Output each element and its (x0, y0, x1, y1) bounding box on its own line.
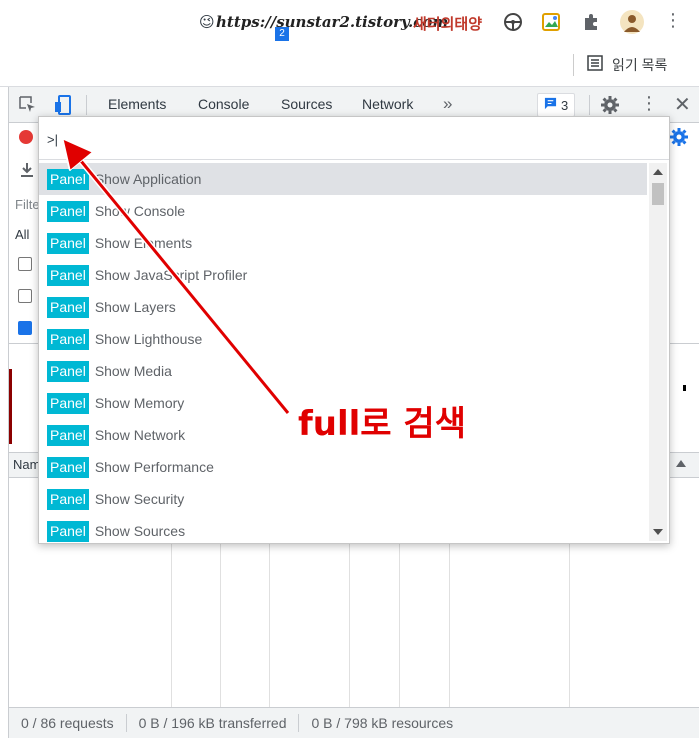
tab-count-badge: 2 (275, 27, 289, 41)
command-item[interactable]: Panel Show Security (39, 483, 647, 515)
command-list: Panel Show Application Panel Show Console Pa… (39, 163, 647, 543)
command-item-label: Show Layers (94, 299, 176, 315)
puzzle-extensions-icon[interactable] (581, 12, 601, 32)
command-item[interactable]: Panel Show Performance (39, 451, 647, 483)
issues-count: 3 (561, 97, 569, 113)
emoji-icon: 😉 (199, 14, 215, 31)
status-bar: 0 / 86 requests 0 B / 196 kB transferred… (9, 707, 699, 738)
inspect-element-icon[interactable] (18, 95, 38, 115)
command-item-label: Show Network (94, 427, 186, 443)
panel-tag: Panel (47, 360, 89, 382)
panel-tag: Panel (47, 392, 89, 414)
chat-icon (544, 97, 557, 113)
tab-sources[interactable]: Sources (281, 96, 332, 112)
panel-tag: Panel (47, 328, 89, 350)
all-filter[interactable]: All (15, 227, 29, 242)
command-item[interactable]: Panel Show Sources (39, 515, 647, 543)
command-item-label: Show Application (94, 171, 202, 187)
reading-list-button[interactable]: 읽기 목록 (586, 54, 667, 75)
panel-tag: Panel (47, 232, 89, 254)
command-item-label: Show Lighthouse (94, 331, 203, 347)
command-item[interactable]: Panel Show Lighthouse (39, 323, 647, 355)
command-item-label: Show Performance (94, 459, 214, 475)
transferred-size: 0 B / 196 kB transferred (138, 715, 287, 731)
command-item-label: Show Sources (94, 523, 186, 539)
scrollbar[interactable] (649, 163, 667, 541)
panel-tag: Panel (47, 520, 89, 542)
divider (573, 54, 574, 76)
extension-label[interactable]: 새터의태양 (413, 13, 482, 34)
panel-tag: Panel (47, 200, 89, 222)
command-item-label: Show Security (94, 491, 185, 507)
command-input[interactable] (47, 129, 647, 149)
toolbar-divider (86, 95, 87, 115)
issues-button[interactable]: 3 (537, 93, 576, 117)
command-item[interactable]: Panel Show Console (39, 195, 647, 227)
profile-avatar[interactable] (620, 10, 644, 34)
sort-up-icon[interactable] (676, 460, 686, 467)
filter-label[interactable]: Filte (15, 197, 40, 212)
download-icon[interactable] (19, 162, 35, 183)
command-item-label: Show Elements (94, 235, 193, 251)
name-column-header[interactable]: Nam (13, 457, 40, 472)
tab-console[interactable]: Console (198, 96, 249, 112)
reading-list-label: 읽기 목록 (612, 56, 668, 73)
resources-size: 0 B / 798 kB resources (311, 715, 454, 731)
browser-toolbar: 😉 https://sunstar2.tistory.com 2 새터의태양 ⋮ (0, 0, 699, 45)
tab-network[interactable]: Network (362, 96, 413, 112)
panel-tag: Panel (47, 296, 89, 318)
close-icon[interactable]: ✕ (674, 92, 691, 117)
command-item[interactable]: Panel Show Media (39, 355, 647, 387)
panel-tag: Panel (47, 168, 89, 190)
more-options-icon[interactable]: ⋮ (640, 93, 658, 114)
toolbar-divider (589, 95, 590, 115)
command-item-label: Show Memory (94, 395, 185, 411)
image-extension-icon[interactable] (541, 12, 561, 32)
record-button[interactable] (19, 130, 33, 144)
settings-gear-icon[interactable] (669, 127, 689, 152)
command-item-label: Show JavaScript Profiler (94, 267, 248, 283)
command-item[interactable]: Panel Show Layers (39, 291, 647, 323)
command-input-wrapper (39, 117, 669, 160)
command-item[interactable]: Panel Show Elements (39, 227, 647, 259)
tab-elements[interactable]: Elements (108, 96, 166, 112)
command-item[interactable]: Panel Show Application (39, 163, 647, 195)
steering-wheel-icon[interactable] (503, 12, 523, 32)
checkbox[interactable] (18, 289, 32, 303)
command-menu: PanelShow ApplicationPanelShow ConsolePa… (38, 116, 670, 544)
checkbox[interactable] (18, 257, 32, 271)
reading-list-icon (586, 54, 604, 75)
requests-count: 0 / 86 requests (21, 715, 114, 731)
overview-dot (683, 385, 686, 391)
checkbox-checked[interactable] (18, 321, 32, 335)
panel-tag: Panel (47, 424, 89, 446)
scroll-down-icon[interactable] (653, 529, 663, 535)
command-item[interactable]: Panel Show JavaScript Profiler (39, 259, 647, 291)
command-item-label: Show Media (94, 363, 172, 379)
annotation-text: full로 검색 (298, 404, 466, 444)
command-item-label: Show Console (94, 203, 186, 219)
chevron-double-right-icon[interactable]: » (443, 94, 452, 114)
panel-tag: Panel (47, 456, 89, 478)
bookmarks-bar: 읽기 목록 (0, 44, 699, 87)
settings-gear-icon[interactable] (600, 95, 620, 115)
device-toolbar-icon[interactable] (53, 95, 73, 115)
panel-tag: Panel (47, 264, 89, 286)
scroll-up-icon[interactable] (653, 169, 663, 175)
overview-mark (9, 369, 12, 444)
menu-dots-icon[interactable]: ⋮ (664, 10, 682, 31)
panel-tag: Panel (47, 488, 89, 510)
scroll-thumb[interactable] (652, 183, 664, 205)
